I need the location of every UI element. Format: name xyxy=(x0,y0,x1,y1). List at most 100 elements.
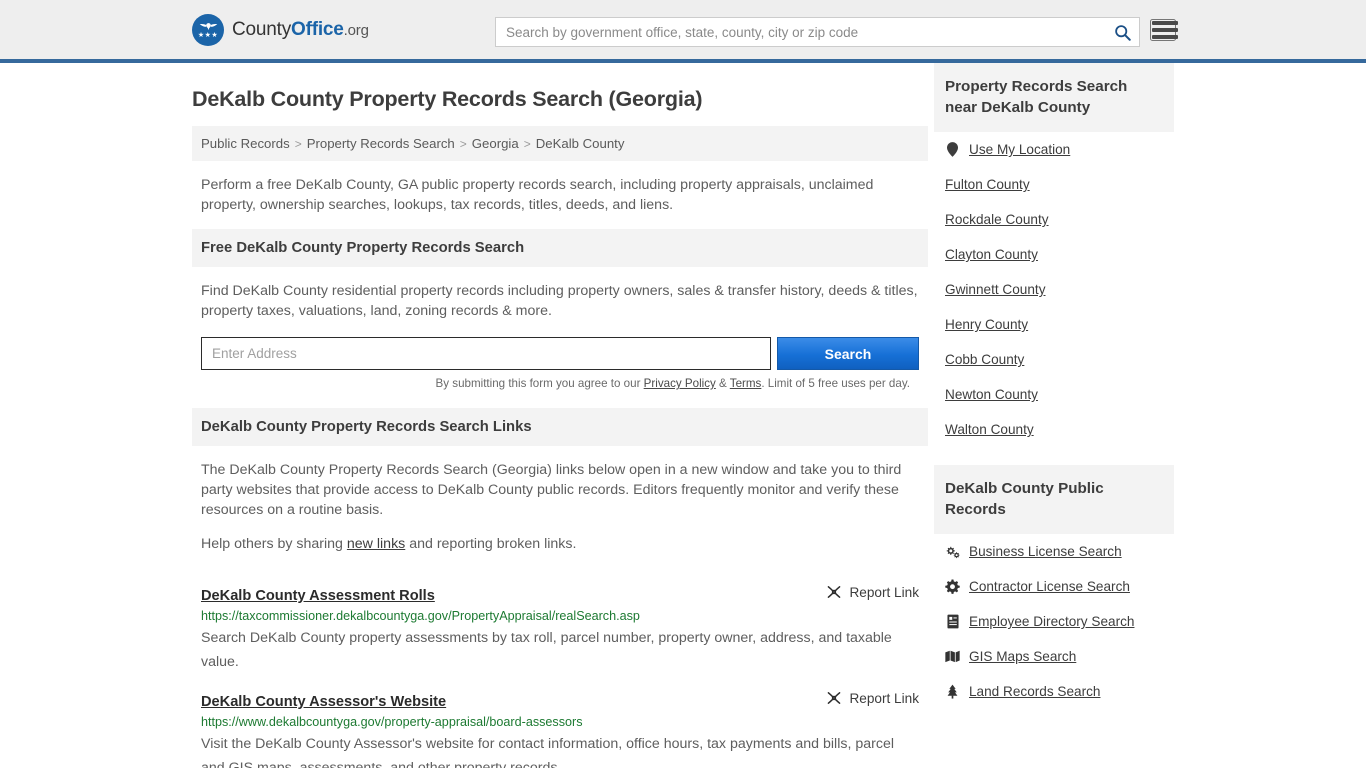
site-header: ★★★ CountyOffice.org xyxy=(0,0,1366,63)
eagle-icon xyxy=(199,23,217,31)
address-input[interactable] xyxy=(201,337,771,370)
breadcrumb-separator: > xyxy=(294,137,302,151)
help-post: and reporting broken links. xyxy=(405,536,577,552)
eagle-shield-logo-icon: ★★★ xyxy=(192,13,224,46)
sidebar-link-label[interactable]: Use My Location xyxy=(969,142,1070,157)
report-link-button[interactable]: Report Link xyxy=(826,690,919,706)
brand-tld: .org xyxy=(343,21,369,39)
report-link-label: Report Link xyxy=(849,690,919,706)
broken-link-icon xyxy=(828,586,841,598)
sidebar-nearby-heading: Property Records Search near DeKalb Coun… xyxy=(934,63,1174,132)
breadcrumb-item-dekalb-county[interactable]: DeKalb County xyxy=(536,136,625,151)
hamburger-menu-icon[interactable] xyxy=(1150,19,1178,41)
broken-link-icon xyxy=(828,692,841,704)
sidebar-nearby-list: Use My Location Fulton County Rockdale C… xyxy=(934,132,1174,447)
sidebar-link-label[interactable]: Gwinnett County xyxy=(945,282,1046,297)
page-body: DeKalb County Property Records Search (G… xyxy=(0,63,1366,768)
sidebar-item-contractor-license-search[interactable]: Contractor License Search xyxy=(934,569,1174,604)
map-pin-icon xyxy=(945,142,960,157)
breadcrumb-item-georgia[interactable]: Georgia xyxy=(472,136,519,151)
result-url: https://taxcommissioner.dekalbcountyga.g… xyxy=(201,609,640,623)
sidebar-link-label[interactable]: Cobb County xyxy=(945,352,1024,367)
result-item: DeKalb County Assessment Rolls Report Li… xyxy=(201,584,919,674)
brand-part1: County xyxy=(232,18,292,40)
sidebar-link-label[interactable]: Business License Search xyxy=(969,544,1122,559)
sidebar-item-rockdale-county[interactable]: Rockdale County xyxy=(934,202,1174,237)
sidebar-item-employee-directory-search[interactable]: Employee Directory Search xyxy=(934,604,1174,639)
sidebar: Property Records Search near DeKalb Coun… xyxy=(928,63,1174,768)
sidebar-item-cobb-county[interactable]: Cobb County xyxy=(934,342,1174,377)
result-header: DeKalb County Assessment Rolls Report Li… xyxy=(201,584,919,605)
help-pre: Help others by sharing xyxy=(201,536,347,552)
links-section-heading: DeKalb County Property Records Search Li… xyxy=(192,408,928,446)
sidebar-item-clayton-county[interactable]: Clayton County xyxy=(934,237,1174,272)
sidebar-public-records-list: Business License Search Contractor Licen… xyxy=(934,534,1174,709)
form-disclaimer: By submitting this form you agree to our… xyxy=(192,377,910,390)
search-input[interactable] xyxy=(496,18,1105,46)
site-logo[interactable]: ★★★ CountyOffice.org xyxy=(192,13,369,46)
free-search-description: Find DeKalb County residential property … xyxy=(201,283,918,319)
cogs-icon xyxy=(945,544,960,559)
disclaimer-post: . Limit of 5 free uses per day. xyxy=(761,377,910,390)
brand-part2: Office xyxy=(291,18,344,40)
sidebar-link-label[interactable]: Fulton County xyxy=(945,177,1030,192)
breadcrumb-item-property-records-search[interactable]: Property Records Search xyxy=(307,136,455,151)
sidebar-item-fulton-county[interactable]: Fulton County xyxy=(934,167,1174,202)
logo-stars: ★★★ xyxy=(197,32,219,39)
sidebar-link-label[interactable]: Walton County xyxy=(945,422,1034,437)
help-others-paragraph: Help others by sharing new links and rep… xyxy=(201,534,928,554)
sidebar-link-label[interactable]: Rockdale County xyxy=(945,212,1049,227)
result-description: Visit the DeKalb County Assessor's websi… xyxy=(201,736,894,768)
free-search-heading: Free DeKalb County Property Records Sear… xyxy=(192,229,928,267)
privacy-policy-link[interactable]: Privacy Policy xyxy=(644,377,716,390)
terms-link[interactable]: Terms xyxy=(730,377,762,390)
result-item: DeKalb County Assessor's Website Report … xyxy=(201,690,919,768)
result-title-link[interactable]: DeKalb County Assessor's Website xyxy=(201,694,446,710)
new-links-link[interactable]: new links xyxy=(347,536,405,552)
sidebar-link-label[interactable]: Newton County xyxy=(945,387,1038,402)
breadcrumb-separator: > xyxy=(459,137,467,151)
sidebar-item-henry-county[interactable]: Henry County xyxy=(934,307,1174,342)
breadcrumb-item-public-records[interactable]: Public Records xyxy=(201,136,290,151)
result-header: DeKalb County Assessor's Website Report … xyxy=(201,690,919,711)
search-submit-button[interactable] xyxy=(1105,18,1139,46)
disclaimer-pre: By submitting this form you agree to our xyxy=(435,377,644,390)
links-section-paragraph: The DeKalb County Property Records Searc… xyxy=(201,462,902,518)
sidebar-link-label[interactable]: Contractor License Search xyxy=(969,579,1130,594)
tree-icon xyxy=(945,684,960,699)
sidebar-item-newton-county[interactable]: Newton County xyxy=(934,377,1174,412)
sidebar-public-records-heading: DeKalb County Public Records xyxy=(934,465,1174,534)
address-search-button[interactable]: Search xyxy=(777,337,919,370)
sidebar-item-business-license-search[interactable]: Business License Search xyxy=(934,534,1174,569)
menu-bar-2 xyxy=(1152,28,1178,32)
sidebar-link-label[interactable]: GIS Maps Search xyxy=(969,649,1076,664)
sidebar-item-walton-county[interactable]: Walton County xyxy=(934,412,1174,447)
sidebar-link-label[interactable]: Clayton County xyxy=(945,247,1038,262)
brand-wordmark: CountyOffice.org xyxy=(232,19,369,41)
main-column: DeKalb County Property Records Search (G… xyxy=(192,63,928,768)
gear-icon xyxy=(945,579,960,594)
sidebar-item-gwinnett-county[interactable]: Gwinnett County xyxy=(934,272,1174,307)
address-search-form: Search xyxy=(201,337,919,370)
map-icon xyxy=(945,649,960,664)
menu-bar-1 xyxy=(1152,21,1178,25)
result-title-link[interactable]: DeKalb County Assessment Rolls xyxy=(201,588,435,604)
sidebar-public-records-block: DeKalb County Public Records Business Li… xyxy=(934,465,1174,709)
sidebar-link-label[interactable]: Land Records Search xyxy=(969,684,1100,699)
intro-paragraph: Perform a free DeKalb County, GA public … xyxy=(201,177,874,213)
list-icon xyxy=(945,614,960,629)
menu-bar-3 xyxy=(1152,35,1178,39)
report-link-label: Report Link xyxy=(849,584,919,600)
sidebar-nearby-block: Property Records Search near DeKalb Coun… xyxy=(934,63,1174,447)
report-link-button[interactable]: Report Link xyxy=(826,584,919,600)
sidebar-item-gis-maps-search[interactable]: GIS Maps Search xyxy=(934,639,1174,674)
sidebar-link-label[interactable]: Employee Directory Search xyxy=(969,614,1134,629)
result-url: https://www.dekalbcountyga.gov/property-… xyxy=(201,715,583,729)
result-description: Search DeKalb County property assessment… xyxy=(201,630,892,670)
sidebar-link-label[interactable]: Henry County xyxy=(945,317,1028,332)
page-title: DeKalb County Property Records Search (G… xyxy=(192,87,703,111)
disclaimer-amp: & xyxy=(715,377,730,390)
sidebar-item-use-my-location[interactable]: Use My Location xyxy=(934,132,1174,167)
sidebar-item-land-records-search[interactable]: Land Records Search xyxy=(934,674,1174,709)
breadcrumb: Public Records > Property Records Search > G… xyxy=(192,126,928,161)
